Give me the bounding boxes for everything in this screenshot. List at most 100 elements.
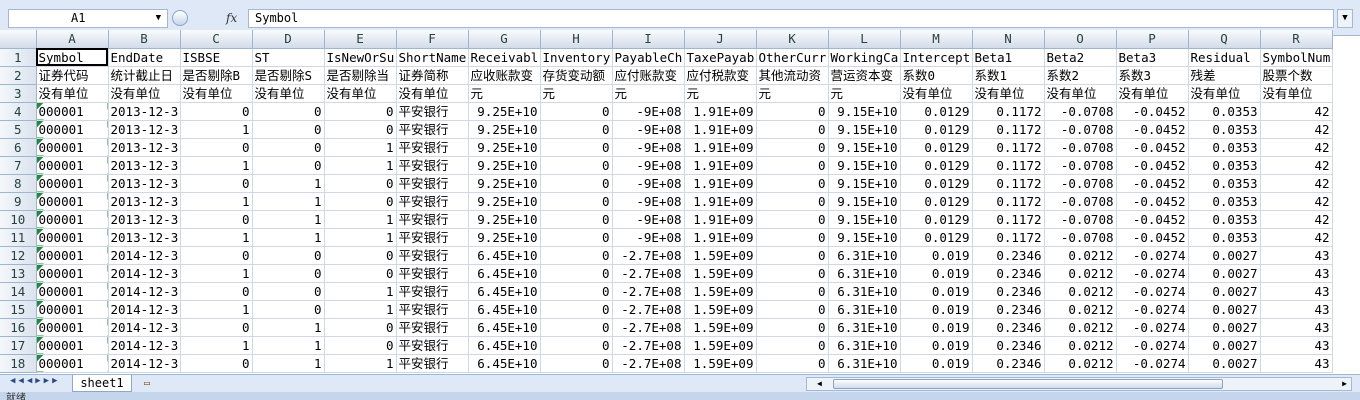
cell-k18[interactable]: 0 bbox=[756, 354, 829, 373]
cell-f12[interactable]: 平安银行 bbox=[396, 246, 469, 265]
cell-l7[interactable]: 9.15E+10 bbox=[828, 156, 901, 175]
cell-p8[interactable]: -0.0452 bbox=[1116, 174, 1189, 193]
cell-m4[interactable]: 0.0129 bbox=[900, 102, 973, 121]
cell-l15[interactable]: 6.31E+10 bbox=[828, 300, 901, 319]
cell-j16[interactable]: 1.59E+09 bbox=[684, 318, 757, 337]
cell-q15[interactable]: 0.0027 bbox=[1188, 300, 1261, 319]
cell-e2[interactable]: 是否剔除当 bbox=[324, 66, 397, 85]
cell-k4[interactable]: 0 bbox=[756, 102, 829, 121]
cell-m14[interactable]: 0.019 bbox=[900, 282, 973, 301]
row-header[interactable]: 3 bbox=[0, 84, 37, 103]
cell-c3[interactable]: 没有单位 bbox=[180, 84, 253, 103]
cell-d13[interactable]: 0 bbox=[252, 264, 325, 283]
cell-p4[interactable]: -0.0452 bbox=[1116, 102, 1189, 121]
cell-a18[interactable]: 000001 bbox=[36, 354, 109, 373]
cell-m12[interactable]: 0.019 bbox=[900, 246, 973, 265]
cell-p5[interactable]: -0.0452 bbox=[1116, 120, 1189, 139]
cell-k11[interactable]: 0 bbox=[756, 228, 829, 247]
cell-k9[interactable]: 0 bbox=[756, 192, 829, 211]
cell-j10[interactable]: 1.91E+09 bbox=[684, 210, 757, 229]
cell-n12[interactable]: 0.2346 bbox=[972, 246, 1045, 265]
cell-g15[interactable]: 6.45E+10 bbox=[468, 300, 541, 319]
cell-o2[interactable]: 系数2 bbox=[1044, 66, 1117, 85]
cell-r8[interactable]: 42 bbox=[1260, 174, 1333, 193]
cell-m7[interactable]: 0.0129 bbox=[900, 156, 973, 175]
cell-q2[interactable]: 残差 bbox=[1188, 66, 1261, 85]
cell-a17[interactable]: 000001 bbox=[36, 336, 109, 355]
column-header-k[interactable]: K bbox=[756, 30, 829, 49]
cell-q5[interactable]: 0.0353 bbox=[1188, 120, 1261, 139]
cell-k1[interactable]: OtherCurr bbox=[756, 48, 829, 67]
cell-o9[interactable]: -0.0708 bbox=[1044, 192, 1117, 211]
cell-r16[interactable]: 43 bbox=[1260, 318, 1333, 337]
cell-q3[interactable]: 没有单位 bbox=[1188, 84, 1261, 103]
row-header[interactable]: 9 bbox=[0, 192, 37, 211]
cell-k13[interactable]: 0 bbox=[756, 264, 829, 283]
cell-r9[interactable]: 42 bbox=[1260, 192, 1333, 211]
cell-c13[interactable]: 1 bbox=[180, 264, 253, 283]
cell-d16[interactable]: 1 bbox=[252, 318, 325, 337]
cell-c9[interactable]: 1 bbox=[180, 192, 253, 211]
column-header-a[interactable]: A bbox=[36, 30, 109, 49]
cell-b8[interactable]: 2013-12-3 bbox=[108, 174, 181, 193]
cell-k14[interactable]: 0 bbox=[756, 282, 829, 301]
cell-j12[interactable]: 1.59E+09 bbox=[684, 246, 757, 265]
cell-a9[interactable]: 000001 bbox=[36, 192, 109, 211]
cell-n5[interactable]: 0.1172 bbox=[972, 120, 1045, 139]
cell-h3[interactable]: 元 bbox=[540, 84, 613, 103]
cell-c18[interactable]: 0 bbox=[180, 354, 253, 373]
cell-b1[interactable]: EndDate bbox=[108, 48, 181, 67]
cell-m15[interactable]: 0.019 bbox=[900, 300, 973, 319]
cell-b11[interactable]: 2013-12-3 bbox=[108, 228, 181, 247]
cell-o10[interactable]: -0.0708 bbox=[1044, 210, 1117, 229]
cell-r1[interactable]: SymbolNum bbox=[1260, 48, 1333, 67]
cell-g2[interactable]: 应收账款变 bbox=[468, 66, 541, 85]
cell-n6[interactable]: 0.1172 bbox=[972, 138, 1045, 157]
cell-p9[interactable]: -0.0452 bbox=[1116, 192, 1189, 211]
cell-i17[interactable]: -2.7E+08 bbox=[612, 336, 685, 355]
cell-p10[interactable]: -0.0452 bbox=[1116, 210, 1189, 229]
cell-a6[interactable]: 000001 bbox=[36, 138, 109, 157]
cell-b15[interactable]: 2014-12-3 bbox=[108, 300, 181, 319]
cell-d1[interactable]: ST bbox=[252, 48, 325, 67]
cell-p17[interactable]: -0.0274 bbox=[1116, 336, 1189, 355]
cell-e6[interactable]: 1 bbox=[324, 138, 397, 157]
cell-i5[interactable]: -9E+08 bbox=[612, 120, 685, 139]
cell-o15[interactable]: 0.0212 bbox=[1044, 300, 1117, 319]
insert-sheet-icon[interactable]: ▭ bbox=[136, 376, 158, 391]
column-header-i[interactable]: I bbox=[612, 30, 685, 49]
cell-i13[interactable]: -2.7E+08 bbox=[612, 264, 685, 283]
cell-o13[interactable]: 0.0212 bbox=[1044, 264, 1117, 283]
cell-m16[interactable]: 0.019 bbox=[900, 318, 973, 337]
cell-m5[interactable]: 0.0129 bbox=[900, 120, 973, 139]
column-header-p[interactable]: P bbox=[1116, 30, 1189, 49]
cell-m9[interactable]: 0.0129 bbox=[900, 192, 973, 211]
cell-d7[interactable]: 0 bbox=[252, 156, 325, 175]
cell-a2[interactable]: 证券代码 bbox=[36, 66, 109, 85]
cell-f8[interactable]: 平安银行 bbox=[396, 174, 469, 193]
cell-h1[interactable]: Inventory bbox=[540, 48, 613, 67]
cell-q6[interactable]: 0.0353 bbox=[1188, 138, 1261, 157]
cell-a5[interactable]: 000001 bbox=[36, 120, 109, 139]
cell-m8[interactable]: 0.0129 bbox=[900, 174, 973, 193]
cell-m2[interactable]: 系数0 bbox=[900, 66, 973, 85]
row-header[interactable]: 16 bbox=[0, 318, 37, 337]
cell-m3[interactable]: 没有单位 bbox=[900, 84, 973, 103]
cell-n9[interactable]: 0.1172 bbox=[972, 192, 1045, 211]
cell-n18[interactable]: 0.2346 bbox=[972, 354, 1045, 373]
cell-a16[interactable]: 000001 bbox=[36, 318, 109, 337]
column-header-l[interactable]: L bbox=[828, 30, 901, 49]
cell-l2[interactable]: 营运资本变 bbox=[828, 66, 901, 85]
cell-i12[interactable]: -2.7E+08 bbox=[612, 246, 685, 265]
cell-g17[interactable]: 6.45E+10 bbox=[468, 336, 541, 355]
cell-g5[interactable]: 9.25E+10 bbox=[468, 120, 541, 139]
cell-j8[interactable]: 1.91E+09 bbox=[684, 174, 757, 193]
cell-q13[interactable]: 0.0027 bbox=[1188, 264, 1261, 283]
cell-e11[interactable]: 1 bbox=[324, 228, 397, 247]
cell-e1[interactable]: IsNewOrSu bbox=[324, 48, 397, 67]
cell-f4[interactable]: 平安银行 bbox=[396, 102, 469, 121]
cell-b9[interactable]: 2013-12-3 bbox=[108, 192, 181, 211]
cell-j18[interactable]: 1.59E+09 bbox=[684, 354, 757, 373]
cell-k17[interactable]: 0 bbox=[756, 336, 829, 355]
cell-i3[interactable]: 元 bbox=[612, 84, 685, 103]
